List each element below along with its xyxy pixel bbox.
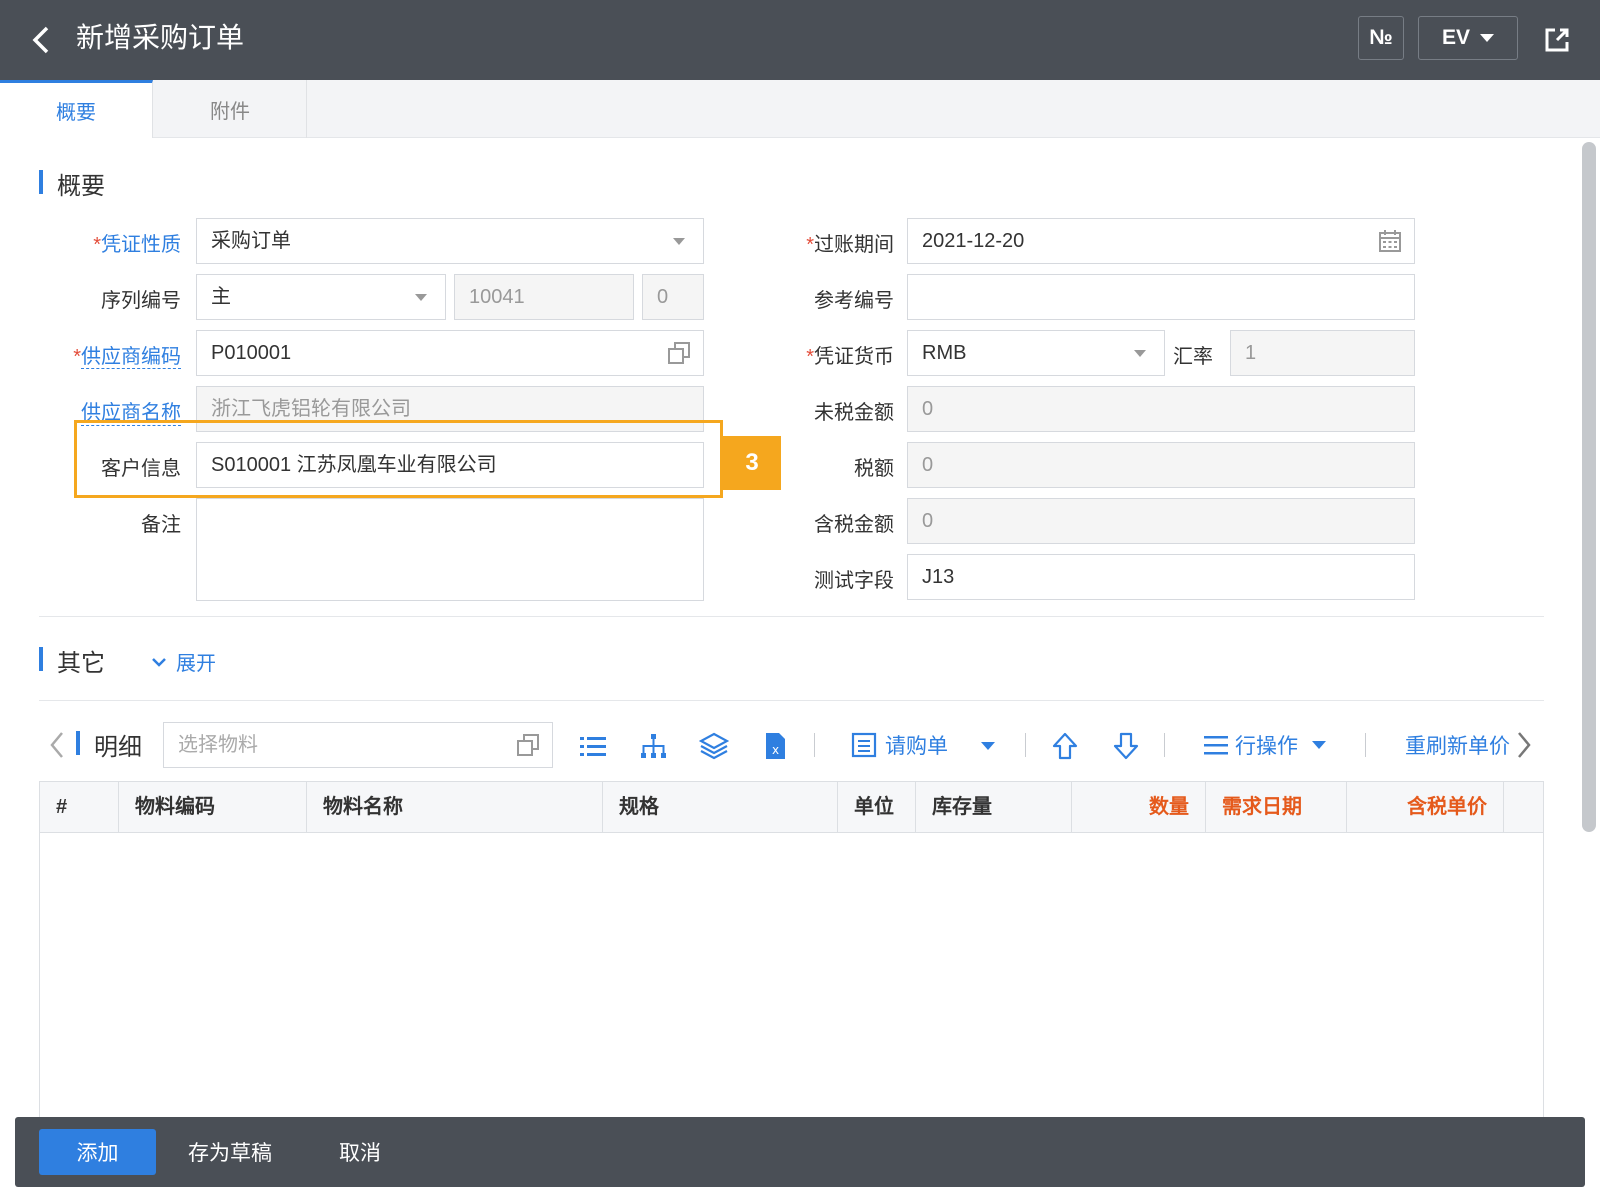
- currency-select[interactable]: RMB: [907, 330, 1165, 376]
- material-search-input[interactable]: 选择物料: [163, 722, 553, 768]
- column-header-spec[interactable]: 规格: [603, 782, 838, 833]
- caret-down-icon: [673, 238, 685, 245]
- series-select[interactable]: 主: [196, 274, 446, 320]
- caret-down-icon: [415, 294, 427, 301]
- tab-attachments[interactable]: 附件: [154, 80, 307, 138]
- tax-incl-amount-label: 含税金额: [814, 514, 894, 536]
- back-button[interactable]: [24, 22, 58, 58]
- detail-title: 明细: [76, 727, 142, 762]
- currency-label: *凭证货币: [806, 346, 894, 368]
- purchase-request-button[interactable]: 请购单: [851, 727, 948, 763]
- section-divider: [39, 616, 1544, 617]
- top-bar: 新增采购订单 № EV: [0, 0, 1600, 80]
- section-divider: [39, 700, 1544, 701]
- posting-date-label: *过账期间: [806, 234, 894, 256]
- language-dropdown[interactable]: EV: [1418, 16, 1518, 60]
- row-operations-button[interactable]: 行操作: [1203, 727, 1326, 763]
- test-field-input[interactable]: J13: [907, 554, 1415, 600]
- toolbar-separator: [814, 733, 815, 757]
- caret-down-icon: [1312, 741, 1326, 749]
- share-icon: [1545, 28, 1569, 52]
- list-icon[interactable]: [578, 731, 608, 761]
- caret-down-icon[interactable]: [981, 742, 995, 750]
- svg-text:x: x: [772, 743, 779, 757]
- test-field-label: 测试字段: [814, 570, 894, 592]
- toolbar-separator: [1164, 733, 1165, 757]
- exchange-rate-field: 1: [1230, 330, 1415, 376]
- toolbar-separator: [1365, 733, 1366, 757]
- supplier-code-label[interactable]: *供应商编码: [73, 340, 181, 369]
- layers-icon[interactable]: [699, 731, 729, 761]
- calendar-icon[interactable]: [1378, 229, 1402, 253]
- tax-amount-label: 税额: [854, 458, 894, 480]
- other-section-title: 其它: [39, 643, 105, 678]
- language-label: EV: [1441, 26, 1470, 49]
- series-no-label: 序列编号: [101, 290, 181, 312]
- voucher-type-select[interactable]: 采购订单: [196, 218, 704, 264]
- scroll-right-icon[interactable]: [1515, 730, 1533, 760]
- reference-no-field[interactable]: [907, 274, 1415, 320]
- chevron-down-icon: [152, 657, 166, 667]
- summary-section-title: 概要: [39, 166, 105, 201]
- step-badge: 3: [723, 436, 781, 490]
- chevron-left-icon: [32, 26, 49, 54]
- excel-icon[interactable]: x: [760, 731, 790, 761]
- expand-toggle[interactable]: 展开: [150, 647, 216, 676]
- tab-bar: 概要 附件: [0, 80, 1600, 138]
- menu-icon: [1204, 736, 1228, 755]
- caret-down-icon: [1134, 350, 1146, 357]
- voucher-type-label: *凭证性质: [93, 234, 181, 256]
- tab-summary[interactable]: 概要: [0, 80, 153, 138]
- column-header-required-date[interactable]: 需求日期: [1206, 782, 1347, 833]
- vertical-scrollbar[interactable]: [1582, 142, 1596, 832]
- detail-table: # 物料编码 物料名称 规格 单位 库存量 数量 需求日期 含税单价: [39, 781, 1544, 1121]
- caret-down-icon: [1480, 34, 1494, 42]
- page-title: 新增采购订单: [76, 22, 245, 53]
- hierarchy-icon[interactable]: [638, 731, 668, 761]
- toolbar-separator: [1025, 733, 1026, 757]
- series-suffix-field: 0: [642, 274, 704, 320]
- column-header-unit-price[interactable]: 含税单价: [1347, 782, 1504, 833]
- cancel-button[interactable]: 取消: [315, 1129, 405, 1175]
- exchange-rate-label: 汇率: [1173, 346, 1213, 368]
- save-draft-button[interactable]: 存为草稿: [175, 1129, 285, 1175]
- footer-action-bar: 添加 存为草稿 取消: [15, 1117, 1585, 1187]
- tax-amount-field: 0: [907, 442, 1415, 488]
- pre-tax-amount-field: 0: [907, 386, 1415, 432]
- arrow-down-icon[interactable]: [1111, 731, 1141, 761]
- column-header-quantity[interactable]: 数量: [1072, 782, 1206, 833]
- table-header: # 物料编码 物料名称 规格 单位 库存量 数量 需求日期 含税单价: [40, 782, 1543, 833]
- column-header-unit[interactable]: 单位: [838, 782, 916, 833]
- column-header-stock[interactable]: 库存量: [916, 782, 1072, 833]
- share-button[interactable]: [1540, 22, 1574, 58]
- refresh-price-button[interactable]: 重刷新单价: [1405, 727, 1510, 763]
- column-header-index[interactable]: #: [40, 782, 119, 833]
- remark-textarea[interactable]: [196, 498, 704, 601]
- remark-label: 备注: [141, 514, 181, 536]
- add-button[interactable]: 添加: [39, 1129, 156, 1175]
- supplier-code-field[interactable]: P010001: [196, 330, 704, 376]
- reference-no-label: 参考编号: [814, 290, 894, 312]
- series-number-field: 10041: [454, 274, 634, 320]
- pre-tax-amount-label: 未税金额: [814, 402, 894, 424]
- scroll-left-icon[interactable]: [48, 730, 66, 760]
- number-button[interactable]: №: [1358, 16, 1404, 60]
- arrow-up-icon[interactable]: [1050, 731, 1080, 761]
- document-icon: [851, 732, 877, 758]
- posting-date-field[interactable]: 2021-12-20: [907, 218, 1415, 264]
- highlight-box: [74, 420, 723, 498]
- tax-incl-amount-field: 0: [907, 498, 1415, 544]
- copy-icon[interactable]: [667, 341, 691, 365]
- column-header-material-name[interactable]: 物料名称: [307, 782, 603, 833]
- copy-icon[interactable]: [516, 733, 540, 757]
- column-header-material-code[interactable]: 物料编码: [119, 782, 307, 833]
